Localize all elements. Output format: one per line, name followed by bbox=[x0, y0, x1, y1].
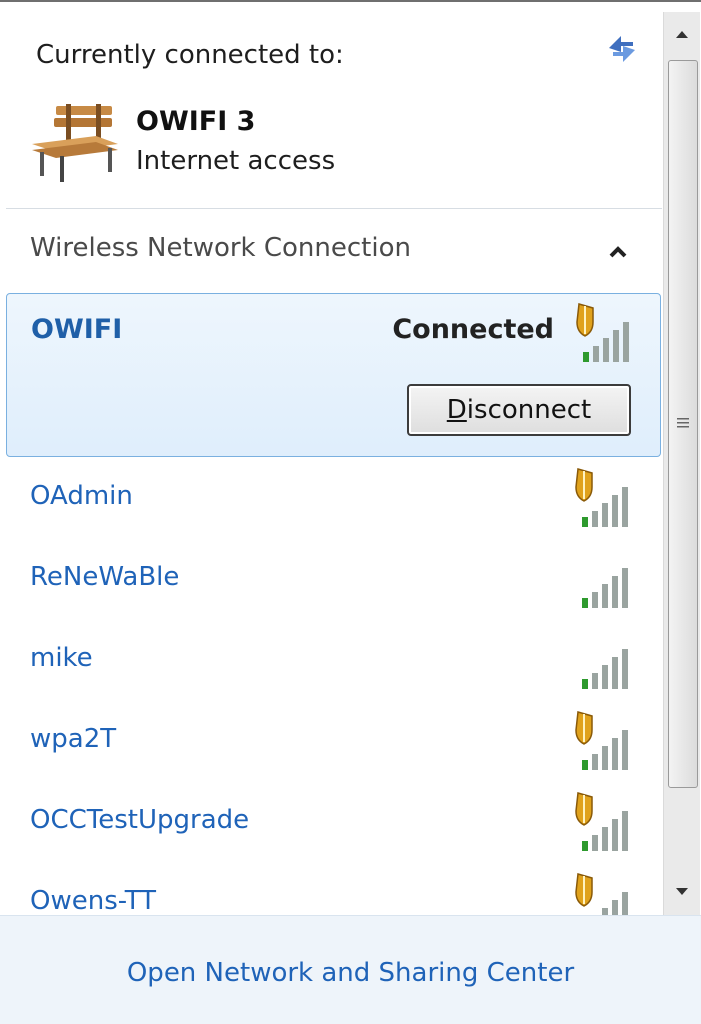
signal-icon bbox=[582, 568, 628, 608]
scrollbar[interactable] bbox=[663, 12, 700, 915]
network-name: wpa2T bbox=[30, 724, 117, 754]
network-name: OAdmin bbox=[30, 481, 133, 511]
current-network-name: OWIFI 3 bbox=[136, 106, 256, 137]
network-row[interactable]: wpa2T bbox=[6, 700, 659, 780]
bench-icon bbox=[32, 104, 118, 182]
scroll-down-arrow-icon[interactable] bbox=[664, 872, 700, 914]
grip-icon bbox=[677, 418, 689, 428]
disconnect-button[interactable]: Disconnect bbox=[407, 384, 631, 436]
refresh-icon[interactable] bbox=[603, 28, 641, 66]
group-header-label[interactable]: Wireless Network Connection bbox=[30, 233, 411, 263]
selected-network[interactable]: OWIFI Connected Disconnect bbox=[6, 293, 661, 457]
chevron-up-icon[interactable] bbox=[606, 240, 630, 264]
open-network-center-link[interactable]: Open Network and Sharing Center bbox=[0, 958, 701, 988]
divider bbox=[6, 208, 662, 209]
secured-signal-icon bbox=[575, 468, 628, 527]
scrollbar-thumb[interactable] bbox=[668, 60, 698, 788]
selected-network-name: OWIFI bbox=[31, 314, 123, 345]
disconnect-mnemonic: D bbox=[446, 395, 467, 425]
selected-network-status: Connected bbox=[392, 314, 554, 345]
network-row[interactable]: ReNeWaBle bbox=[6, 538, 659, 618]
network-name: OCCTestUpgrade bbox=[30, 805, 250, 835]
top-border bbox=[0, 0, 701, 12]
secured-signal-icon bbox=[575, 711, 628, 770]
network-flyout: Currently connected to: OWIFI 3 Internet… bbox=[0, 0, 701, 1024]
secured-signal-icon bbox=[576, 303, 629, 362]
currently-connected-label: Currently connected to: bbox=[36, 40, 344, 70]
secured-signal-icon bbox=[575, 792, 628, 851]
network-row[interactable]: mike bbox=[6, 619, 659, 699]
network-row[interactable]: OAdmin bbox=[6, 457, 659, 537]
signal-icon bbox=[582, 649, 628, 689]
current-network-status: Internet access bbox=[136, 146, 336, 176]
network-name: ReNeWaBle bbox=[30, 562, 180, 592]
network-row[interactable]: OCCTestUpgrade bbox=[6, 781, 659, 861]
network-name: mike bbox=[30, 643, 93, 673]
disconnect-label: isconnect bbox=[466, 395, 592, 425]
network-name: Owens-TT bbox=[30, 886, 157, 916]
scroll-up-arrow-icon[interactable] bbox=[664, 12, 700, 58]
footer: Open Network and Sharing Center bbox=[0, 915, 701, 1024]
